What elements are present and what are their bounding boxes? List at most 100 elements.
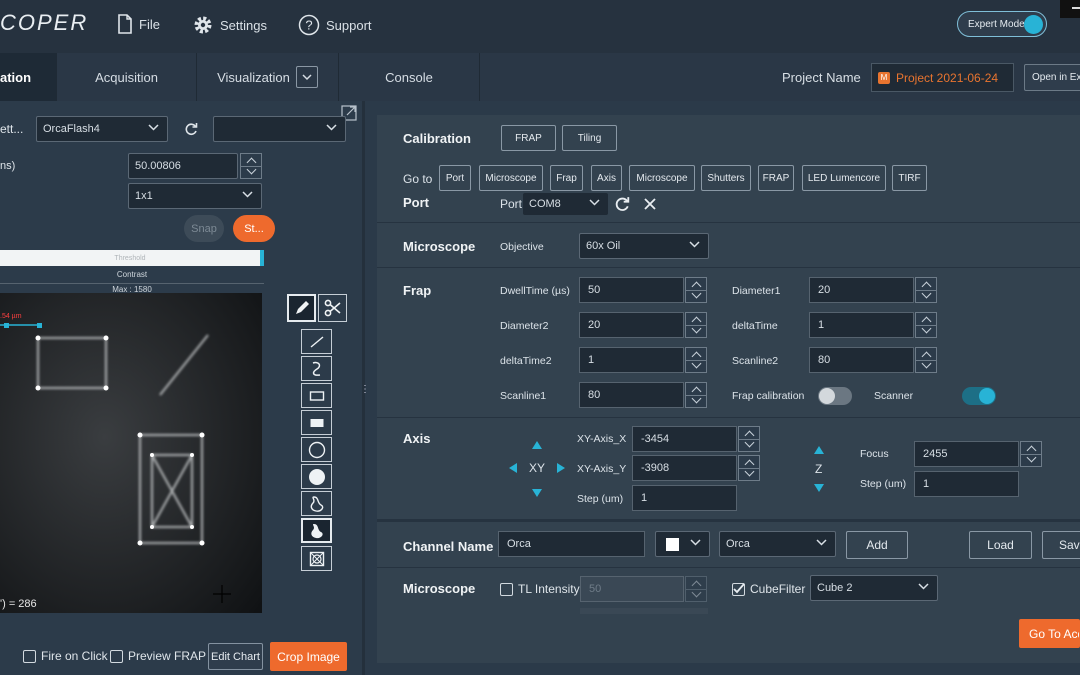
dwelltime-stepper[interactable] <box>685 277 707 303</box>
focus-input[interactable]: 2455 <box>914 441 1019 467</box>
yaxis-stepper[interactable] <box>738 455 760 481</box>
chevron-down-icon[interactable] <box>295 66 318 88</box>
line-tool-button[interactable] <box>301 329 332 354</box>
focus-stepper[interactable] <box>1020 441 1042 467</box>
fire-on-click-checkbox[interactable]: Fire on Click <box>23 649 108 663</box>
channel-name-title: Channel Name <box>403 539 494 554</box>
objective-select[interactable]: 60x Oil <box>579 233 709 259</box>
polygon-tool-button[interactable] <box>301 491 332 516</box>
channel-name-input[interactable]: Orca <box>498 531 645 557</box>
binning-select[interactable]: 1x1 <box>128 183 262 209</box>
goto-microscope-2-button[interactable]: Microscope <box>629 165 695 191</box>
channel-camera-select[interactable]: Orca <box>719 531 836 557</box>
project-name-field[interactable]: M Project 2021-06-24 <box>871 63 1014 92</box>
binning-value: 1x1 <box>135 190 153 202</box>
add-channel-button[interactable]: Add <box>846 531 908 559</box>
chevron-down-icon <box>689 241 700 248</box>
tl-intensity-checkbox[interactable]: TL Intensity <box>500 582 580 596</box>
scanline1-input[interactable]: 80 <box>579 382 684 408</box>
diameter1-input[interactable]: 20 <box>809 277 914 303</box>
diameter2-stepper[interactable] <box>685 312 707 338</box>
goto-tirf-button[interactable]: TIRF <box>892 165 927 191</box>
xaxis-input[interactable]: -3454 <box>632 426 737 452</box>
deltatime2-stepper[interactable] <box>685 347 707 373</box>
cube-filter-select[interactable]: Cube 2 <box>810 575 938 601</box>
tiling-calibration-button[interactable]: Tiling <box>562 125 617 151</box>
save-channel-button[interactable]: Save <box>1042 531 1080 559</box>
filled-circle-tool-button[interactable] <box>301 464 332 489</box>
tl-intensity-stepper[interactable] <box>685 576 707 602</box>
yaxis-input[interactable]: -3908 <box>632 455 737 481</box>
port-select[interactable]: COM8 <box>523 193 608 215</box>
clear-tool-button[interactable] <box>301 546 332 571</box>
scanline1-stepper[interactable] <box>685 382 707 408</box>
xy-step-input[interactable]: 1 <box>632 485 737 511</box>
scissors-tool-button[interactable] <box>318 294 347 322</box>
expert-mode-toggle[interactable]: Expert Mode <box>957 11 1047 37</box>
support-menu[interactable]: ? Support <box>298 14 372 36</box>
filled-polygon-tool-button[interactable] <box>301 518 332 543</box>
tab-visualization[interactable]: Visualization <box>197 53 339 101</box>
goto-shutters-button[interactable]: Shutters <box>701 165 751 191</box>
file-menu[interactable]: File <box>117 14 160 34</box>
tab-acquisition[interactable]: Acquisition <box>57 53 197 101</box>
goto-port-button[interactable]: Port <box>439 165 471 191</box>
circle-tool-button[interactable] <box>301 437 332 462</box>
xaxis-stepper[interactable] <box>738 426 760 452</box>
scanline2-stepper[interactable] <box>915 347 937 373</box>
filled-rectangle-tool-button[interactable] <box>301 410 332 435</box>
goto-frap-2-button[interactable]: FRAP <box>758 165 794 191</box>
open-in-explorer-button[interactable]: Open in Exp <box>1024 64 1080 91</box>
settings-menu[interactable]: Settings <box>192 14 267 36</box>
z-step-input[interactable]: 1 <box>914 471 1019 497</box>
diameter2-input[interactable]: 20 <box>579 312 684 338</box>
preview-frap-checkbox[interactable]: Preview FRAP <box>110 649 206 663</box>
tab-console[interactable]: Console <box>339 53 480 101</box>
deltatime-stepper[interactable] <box>915 312 937 338</box>
goto-led-lumencore-button[interactable]: LED Lumencore <box>802 165 886 191</box>
goto-frap-button[interactable]: Frap <box>550 165 583 191</box>
rectangle-tool-button[interactable] <box>301 383 332 408</box>
camera-image-view[interactable]: .54 µm ') = 286 <box>0 293 262 613</box>
load-channel-button[interactable]: Load <box>969 531 1032 559</box>
goto-microscope-button[interactable]: Microscope <box>479 165 543 191</box>
close-icon[interactable] <box>643 197 657 211</box>
freehand-tool-button[interactable] <box>301 356 332 381</box>
minimize-icon[interactable] <box>1060 0 1080 18</box>
edit-chart-button[interactable]: Edit Chart <box>208 643 263 670</box>
diameter1-stepper[interactable] <box>915 277 937 303</box>
gear-icon <box>194 16 212 34</box>
port-title: Port <box>403 195 429 210</box>
tl-intensity-input[interactable]: 50 <box>580 576 684 602</box>
scanline2-label: Scanline2 <box>732 355 779 367</box>
goto-axis-button[interactable]: Axis <box>591 165 622 191</box>
frap-calibration-button[interactable]: FRAP <box>501 125 556 151</box>
deltatime2-input[interactable]: 1 <box>579 347 684 373</box>
deltatime-input[interactable]: 1 <box>809 312 914 338</box>
refresh-icon[interactable] <box>614 196 630 212</box>
crop-image-button[interactable]: Crop Image <box>270 642 347 671</box>
secondary-select[interactable] <box>213 116 346 142</box>
file-icon <box>118 14 132 34</box>
tab-label: Acquisition <box>95 69 158 85</box>
pen-tool-button[interactable] <box>287 294 316 322</box>
scanline2-input[interactable]: 80 <box>809 347 914 373</box>
channel-color-select[interactable] <box>655 531 710 557</box>
tab-calibration[interactable]: ation <box>0 53 57 101</box>
threshold-slider[interactable]: Threshold <box>0 250 264 266</box>
tl-intensity-slider-stub <box>580 608 708 614</box>
camera-select[interactable]: OrcaFlash4 <box>36 116 168 142</box>
frap-calibration-toggle[interactable] <box>818 387 852 405</box>
refresh-icon[interactable] <box>184 122 198 136</box>
dwelltime-input[interactable]: 50 <box>579 277 684 303</box>
threshold-label: Threshold <box>114 254 146 262</box>
exposure-input[interactable]: 50.00806 <box>128 153 238 179</box>
cube-filter-checkbox[interactable]: CubeFilter <box>732 582 805 596</box>
go-to-acquisition-button[interactable]: Go To Acq <box>1019 619 1080 648</box>
stream-button[interactable]: St... <box>233 215 275 242</box>
chevron-down-icon <box>816 539 827 546</box>
snap-button[interactable]: Snap <box>184 215 224 242</box>
scanner-toggle[interactable] <box>962 387 996 405</box>
contrast-label: Contrast <box>116 270 148 279</box>
exposure-stepper[interactable] <box>240 153 262 179</box>
